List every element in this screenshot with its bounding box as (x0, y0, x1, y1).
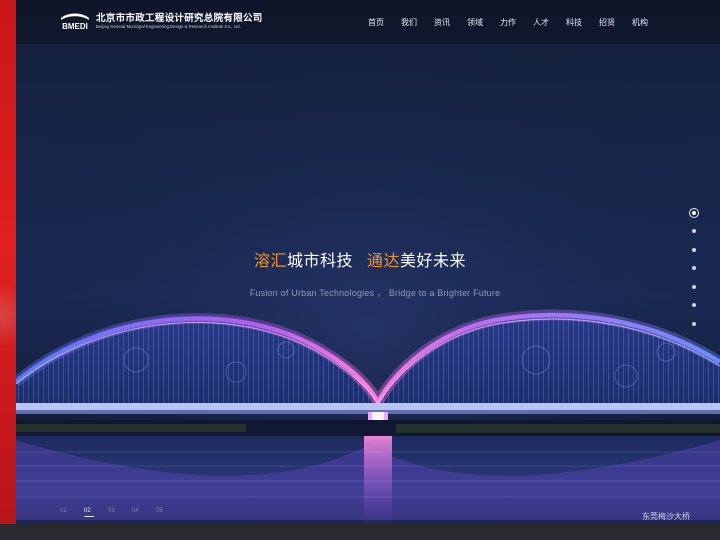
slide-pager: 01 02 03 04 05 (60, 508, 180, 517)
headline-text-2: 美好未来 (400, 253, 467, 270)
nav-item-news[interactable]: 资讯 (434, 17, 450, 28)
nav-item-organization[interactable]: 机构 (632, 17, 648, 28)
section-dot-1[interactable] (689, 208, 699, 218)
headline-text-1: 城市科技 (286, 253, 353, 270)
section-dot-4[interactable] (692, 266, 696, 270)
nav-item-about[interactable]: 我们 (401, 17, 417, 28)
hero-subline: Fusion of Urban Technologies ， Bridge to… (249, 288, 501, 298)
section-dot-3[interactable] (692, 247, 696, 252)
section-dot-2[interactable] (692, 229, 696, 233)
slide-caption: 东莞梅沙大桥 (642, 512, 690, 521)
left-red-accent-bar (0, 0, 16, 540)
nav-item-fields[interactable]: 领域 (467, 17, 483, 28)
bottom-bar (0, 524, 720, 540)
nav-item-technology[interactable]: 科技 (566, 17, 582, 28)
nav-item-home[interactable]: 首页 (368, 17, 384, 28)
section-dot-nav (688, 208, 700, 340)
section-dot-7[interactable] (692, 321, 696, 326)
brand-logo[interactable]: BMEDI 北京市市政工程设计研究总院有限公司 Beijing General … (60, 11, 263, 31)
section-dot-6[interactable] (692, 303, 696, 307)
main-nav: 首页 我们 资讯 领域 力作 人才 科技 招贤 机构 (368, 0, 648, 44)
slide-pager-item[interactable]: 01 (60, 508, 84, 517)
hero-headline: 溶汇城市科技 通达美好未来 (0, 247, 720, 271)
nav-item-recruit[interactable]: 招贤 (599, 17, 615, 28)
headline-accent-2: 通达 (367, 253, 401, 270)
slide-pager-item[interactable]: 05 (156, 508, 180, 517)
headline-accent-1: 溶汇 (253, 253, 287, 270)
brand-name-cn: 北京市市政工程设计研究总院有限公司 (96, 12, 263, 24)
slide-pager-item[interactable]: 03 (108, 508, 132, 517)
brand-name-en: Beijing General Municipal Engineering De… (96, 23, 241, 29)
slide-pager-item-active[interactable]: 02 (84, 508, 108, 517)
logo-mark-text: BMEDI (62, 22, 88, 31)
bmedi-logo-icon: BMEDI (60, 11, 90, 31)
nav-item-works[interactable]: 力作 (500, 17, 516, 28)
slide-pager-item[interactable]: 04 (132, 508, 156, 517)
nav-item-talent[interactable]: 人才 (533, 17, 549, 28)
top-header: BMEDI 北京市市政工程设计研究总院有限公司 Beijing General … (16, 0, 720, 44)
section-dot-5[interactable] (692, 284, 696, 289)
